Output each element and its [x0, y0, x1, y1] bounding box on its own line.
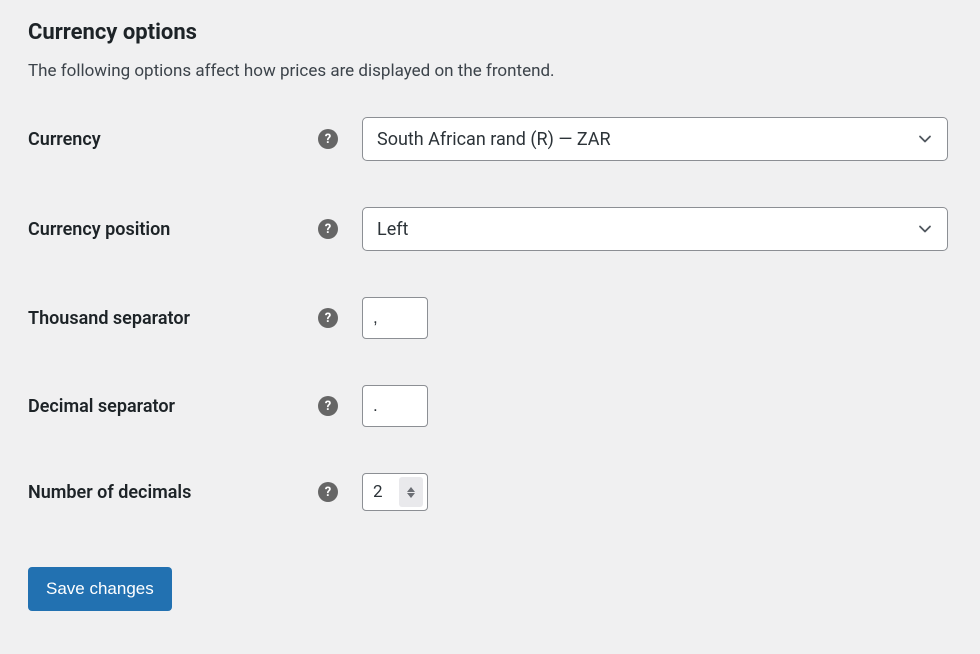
number-stepper[interactable]	[399, 477, 423, 507]
currency-position-row: Currency position ? Left	[28, 207, 952, 251]
currency-select[interactable]: South African rand (R) — ZAR	[362, 117, 948, 161]
thousand-separator-row: Thousand separator ?	[28, 297, 952, 339]
number-of-decimals-label: Number of decimals	[28, 482, 318, 503]
currency-label: Currency	[28, 129, 318, 150]
save-changes-button[interactable]: Save changes	[28, 567, 172, 611]
help-icon[interactable]: ?	[318, 219, 338, 239]
chevron-down-icon	[917, 131, 933, 147]
decimal-separator-label: Decimal separator	[28, 396, 318, 417]
currency-options-form: Currency ? South African rand (R) — ZAR …	[28, 117, 952, 511]
currency-position-label: Currency position	[28, 219, 318, 240]
section-description: The following options affect how prices …	[28, 61, 952, 81]
help-icon[interactable]: ?	[318, 129, 338, 149]
help-icon[interactable]: ?	[318, 308, 338, 328]
thousand-separator-label: Thousand separator	[28, 308, 318, 329]
help-icon[interactable]: ?	[318, 396, 338, 416]
section-title: Currency options	[28, 20, 952, 45]
currency-position-select-value: Left	[377, 219, 408, 240]
chevron-up-icon	[407, 487, 415, 492]
number-of-decimals-row: Number of decimals ? 2	[28, 473, 952, 511]
currency-select-value: South African rand (R) — ZAR	[377, 129, 611, 150]
decimal-separator-input[interactable]	[362, 385, 428, 427]
chevron-down-icon	[917, 221, 933, 237]
currency-position-select[interactable]: Left	[362, 207, 948, 251]
number-of-decimals-value: 2	[373, 482, 399, 502]
help-icon[interactable]: ?	[318, 482, 338, 502]
currency-row: Currency ? South African rand (R) — ZAR	[28, 117, 952, 161]
thousand-separator-input[interactable]	[362, 297, 428, 339]
decimal-separator-row: Decimal separator ?	[28, 385, 952, 427]
chevron-down-icon	[407, 493, 415, 498]
number-of-decimals-input[interactable]: 2	[362, 473, 428, 511]
